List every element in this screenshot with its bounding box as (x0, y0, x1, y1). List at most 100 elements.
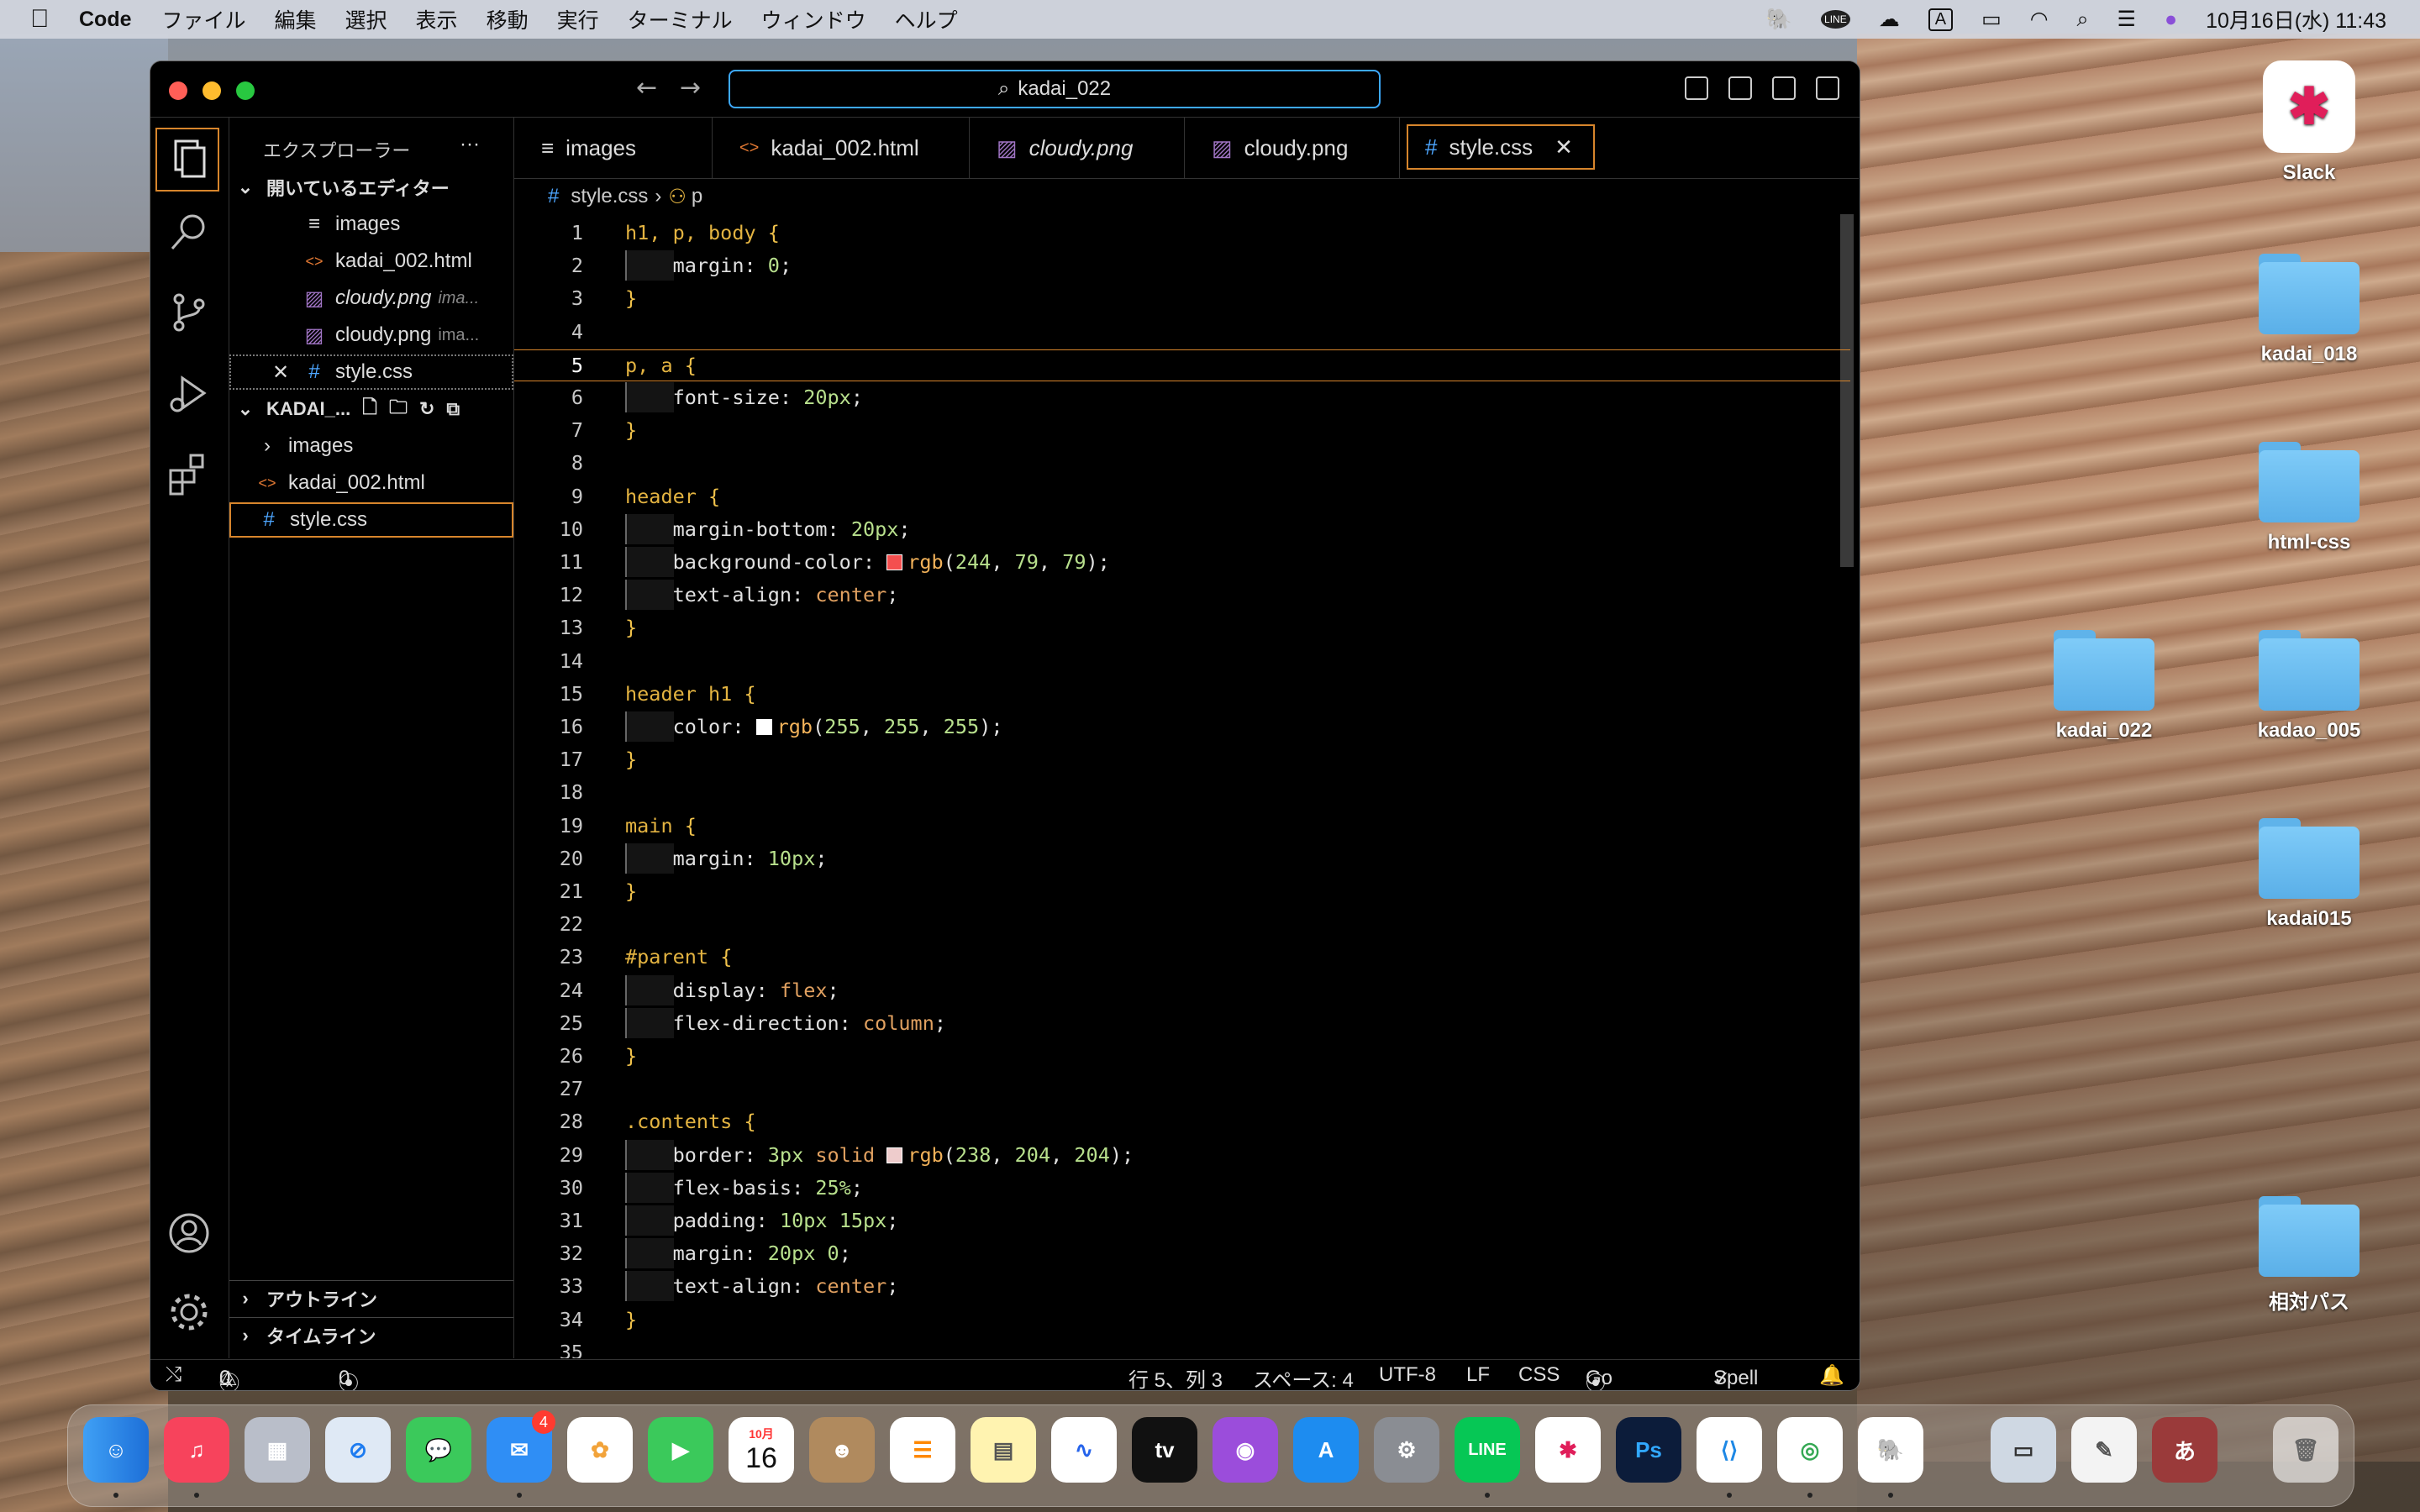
code-line[interactable]: 3} (514, 283, 1850, 313)
menu-help[interactable]: ヘルプ (895, 4, 958, 34)
code-line[interactable]: 18 (514, 777, 1850, 807)
code-line[interactable]: 20 margin: 10px; (514, 843, 1850, 874)
desktop-folder[interactable]: 相対パス (2233, 1196, 2385, 1315)
code-line[interactable]: 21} (514, 876, 1850, 906)
close-icon[interactable]: ✕ (268, 360, 293, 385)
code-line[interactable]: 24 display: flex; (514, 974, 1850, 1005)
siri-icon[interactable]: ● (2165, 8, 2177, 32)
code-line[interactable]: 17} (514, 744, 1850, 774)
menu-run[interactable]: 実行 (557, 4, 599, 34)
contacts-icon[interactable]: ☻ (809, 1417, 875, 1483)
code-line[interactable]: 27 (514, 1074, 1850, 1104)
tree-folder-item[interactable]: › images (229, 428, 513, 464)
open-editor-item[interactable]: ≡ images (229, 207, 513, 242)
line-icon[interactable]: LINE (1455, 1417, 1520, 1483)
menu-go[interactable]: 移動 (487, 4, 529, 34)
line-status-icon[interactable]: LINE (1821, 10, 1850, 29)
workspace-folder-header[interactable]: ⌄ KADAI_... 🗋 🗀 ↻ ⧉ (229, 391, 513, 427)
code-line[interactable]: 8 (514, 448, 1850, 478)
music-icon[interactable]: ♫ (164, 1417, 229, 1483)
code-line[interactable]: 35 (514, 1337, 1850, 1358)
facetime-icon[interactable]: ▶ (648, 1417, 713, 1483)
cursor-position[interactable]: 行 5、列 3 (1128, 1363, 1223, 1390)
code-editor[interactable]: 1 h1, p, body {2 margin: 0; 3} 4 5 p, a {6 fo… (514, 214, 1859, 1358)
chrome-icon[interactable]: ◎ (1777, 1417, 1843, 1483)
tree-file-item[interactable]: <> kadai_002.html (229, 465, 513, 501)
photoshop-icon[interactable]: Ps (1616, 1417, 1681, 1483)
close-window-button[interactable] (169, 81, 187, 100)
zoom-window-button[interactable] (236, 81, 255, 100)
desktop-folder[interactable]: kadai_018 (2233, 254, 2385, 366)
wifi-icon[interactable]: ◠ (2030, 7, 2049, 32)
code-line[interactable]: 23 #parent { (514, 942, 1850, 972)
calendar-icon[interactable]: 10月 16 (729, 1417, 794, 1483)
safari-icon[interactable]: ⊘ (325, 1417, 391, 1483)
remote-indicator-icon[interactable]: ⤭ (166, 1363, 182, 1387)
tree-file-item-selected[interactable]: # style.css (229, 502, 513, 538)
japanese-input-icon[interactable]: あ (2152, 1417, 2217, 1483)
desktop-folder[interactable]: html-css (2233, 442, 2385, 554)
slack-dock-icon[interactable]: ✱ (1535, 1417, 1601, 1483)
tab-close-icon[interactable]: ✕ (1555, 134, 1573, 160)
desktop-folder[interactable]: kadai_022 (2028, 630, 2180, 743)
new-folder-icon[interactable]: 🗀 (389, 393, 408, 425)
app-store-icon[interactable]: A (1293, 1417, 1359, 1483)
freeform-icon[interactable]: ∿ (1051, 1417, 1117, 1483)
cloud-sync-icon[interactable]: ☁ (1879, 7, 1900, 32)
toggle-panel-icon[interactable] (1728, 76, 1752, 100)
new-file-icon[interactable]: 🗋 (362, 393, 377, 425)
extensions-icon[interactable] (167, 452, 211, 496)
code-line[interactable]: 2 margin: 0; (514, 250, 1850, 281)
code-line[interactable]: 26} (514, 1041, 1850, 1071)
menu-file[interactable]: ファイル (162, 4, 246, 34)
toggle-secondary-sidebar-icon[interactable] (1772, 76, 1796, 100)
source-control-icon[interactable] (167, 291, 211, 334)
collapse-all-icon[interactable]: ⧉ (446, 398, 460, 420)
code-line[interactable]: 13} (514, 612, 1850, 643)
desktop-folder[interactable]: kadao_005 (2233, 630, 2385, 743)
search-view-icon[interactable] (167, 210, 211, 254)
customize-layout-icon[interactable] (1816, 76, 1839, 100)
finder-icon[interactable]: ☺ (83, 1417, 149, 1483)
code-line[interactable]: 10 margin-bottom: 20px; (514, 513, 1850, 544)
indentation-status[interactable]: スペース: 4 (1253, 1363, 1354, 1390)
open-editor-item-active[interactable]: ✕ # style.css (229, 354, 513, 390)
code-line[interactable]: 7} (514, 415, 1850, 445)
code-line[interactable]: 15 header h1 { (514, 679, 1850, 709)
tab-style-css-active[interactable]: # style.css ✕ (1407, 124, 1595, 170)
code-line[interactable]: 11 background-color: rgb(244, 79, 79); (514, 547, 1850, 577)
desktop-folder[interactable]: kadai015 (2233, 818, 2385, 931)
preview-app-icon[interactable]: ▭ (1991, 1417, 2056, 1483)
code-line[interactable]: 5 p, a { (514, 349, 1850, 381)
code-line[interactable]: 28 .contents { (514, 1106, 1850, 1137)
encoding-status[interactable]: UTF-8 (1379, 1363, 1436, 1387)
toggle-primary-sidebar-icon[interactable] (1685, 76, 1708, 100)
breadcrumb-symbol[interactable]: p (692, 185, 702, 208)
launchpad-icon[interactable]: ▦ (245, 1417, 310, 1483)
command-center-search[interactable]: ⌕ kadai_022 (729, 70, 1381, 108)
menu-view[interactable]: 表示 (416, 4, 458, 34)
run-debug-icon[interactable] (167, 371, 211, 415)
vscode-icon[interactable]: ⟨⟩ (1697, 1417, 1762, 1483)
menu-terminal[interactable]: ターミナル (628, 4, 733, 34)
open-editor-item[interactable]: ▨ cloudy.png ima... (229, 318, 513, 353)
code-line[interactable]: 6 font-size: 20px; (514, 382, 1850, 412)
apple-menu-icon[interactable]:  (30, 5, 74, 34)
code-line[interactable]: 16 color: rgb(255, 255, 255); (514, 711, 1850, 742)
tab-cloudy-png[interactable]: ▨ cloudy.png (1185, 118, 1400, 178)
code-line[interactable]: 22 (514, 909, 1850, 939)
tab-cloudy-png-preview[interactable]: ▨ cloudy.png (970, 118, 1185, 178)
code-line[interactable]: 33 text-align: center; (514, 1271, 1850, 1302)
notes-icon[interactable]: ▤ (971, 1417, 1036, 1483)
textedit-icon[interactable]: ✎ (2071, 1417, 2137, 1483)
reminders-icon[interactable]: ☰ (890, 1417, 955, 1483)
explorer-icon[interactable] (155, 128, 219, 192)
control-center-icon[interactable]: ☰ (2118, 7, 2136, 32)
code-line[interactable]: 31 padding: 10px 15px; (514, 1205, 1850, 1236)
menu-edit[interactable]: 編集 (275, 4, 317, 34)
manage-gear-icon[interactable] (167, 1290, 211, 1334)
timeline-section-header[interactable]: › タイムライン (229, 1317, 513, 1352)
minimize-window-button[interactable] (203, 81, 221, 100)
menubar-clock[interactable]: 10月16日(水) 11:43 (2206, 4, 2386, 34)
menu-window[interactable]: ウィンドウ (761, 4, 866, 34)
